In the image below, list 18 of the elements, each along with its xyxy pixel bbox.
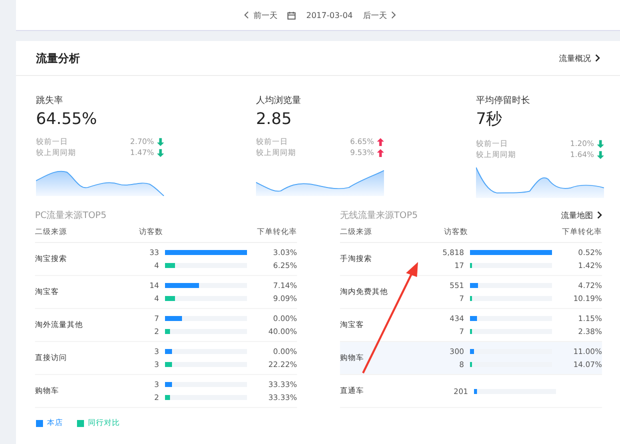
metric-label: 平均停留时长 bbox=[476, 94, 531, 107]
metric-value: 64.55% bbox=[36, 109, 98, 128]
calendar-icon bbox=[287, 10, 296, 20]
metric-value: 2.85 bbox=[256, 109, 293, 128]
metric-value: 7秒 bbox=[476, 109, 504, 130]
chevron-right-icon[interactable] bbox=[597, 211, 602, 219]
chevron-right-icon[interactable] bbox=[595, 54, 600, 62]
panel-title: 流量分析 bbox=[36, 50, 80, 66]
traffic-map-link[interactable]: 流量地图 bbox=[561, 210, 593, 220]
previous-day-link[interactable]: 前一天 bbox=[253, 10, 278, 20]
table-title: PC流量来源TOP5 bbox=[35, 210, 106, 222]
date-label[interactable]: 2017-03-04 bbox=[306, 10, 353, 20]
metric-label: 人均浏览量 bbox=[256, 94, 302, 107]
chevron-left-icon[interactable] bbox=[244, 11, 250, 19]
table-title: 无线流量来源TOP5 bbox=[340, 210, 418, 222]
next-day-link[interactable]: 后一天 bbox=[362, 10, 387, 20]
overview-link[interactable]: 流量概况 bbox=[559, 52, 591, 64]
metric-label: 跳失率 bbox=[36, 94, 64, 107]
